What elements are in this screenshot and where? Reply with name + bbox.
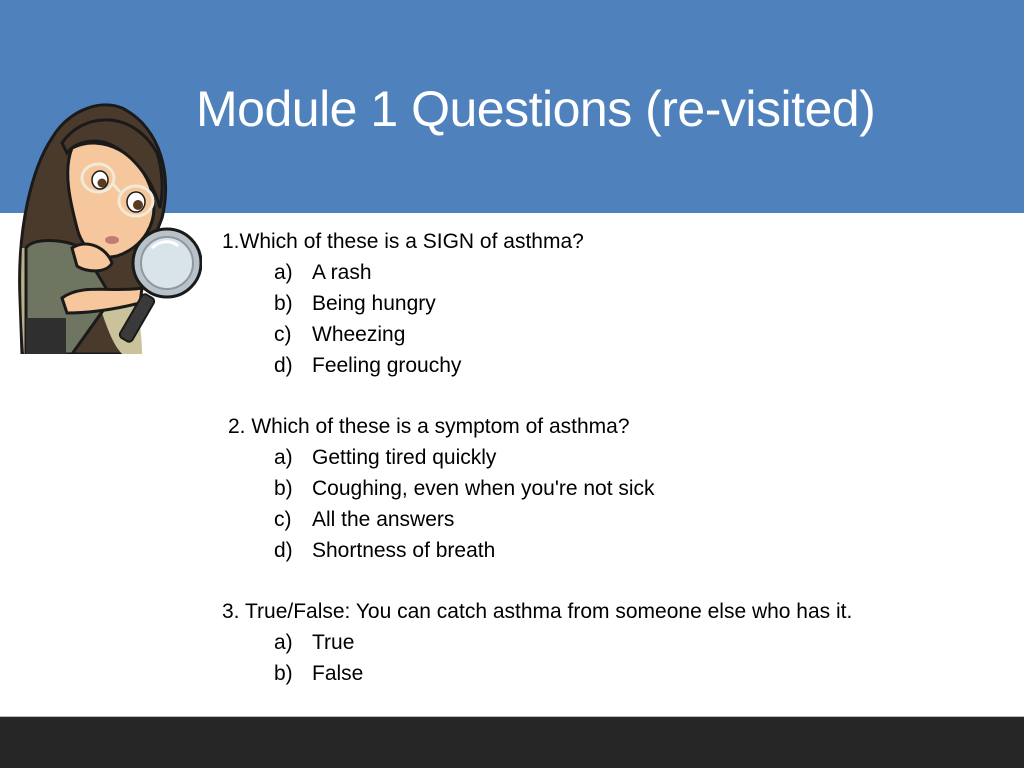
option-text: Wheezing — [312, 323, 406, 346]
answer-option: b) Coughing, even when you're not sick — [222, 473, 852, 504]
option-letter: a) — [274, 446, 293, 469]
answer-option: d) Feeling grouchy — [222, 350, 852, 381]
answer-option: b) False — [222, 658, 852, 689]
question-text: 3. True/False: You can catch asthma from… — [222, 600, 853, 623]
answer-options: a) A rash b) Being hungry c) Wheezing d)… — [222, 257, 852, 381]
answer-option: c) All the answers — [222, 504, 852, 535]
option-text: Being hungry — [312, 292, 436, 315]
question-text: 1.Which of these is a SIGN of asthma? — [222, 230, 584, 253]
option-letter: b) — [274, 662, 293, 685]
option-text: Getting tired quickly — [312, 446, 497, 469]
answer-options: a) Getting tired quickly b) Coughing, ev… — [222, 442, 852, 566]
option-letter: c) — [274, 323, 292, 346]
option-text: True — [312, 631, 355, 654]
option-letter: a) — [274, 261, 293, 284]
option-text: Coughing, even when you're not sick — [312, 477, 655, 500]
answer-option: d) Shortness of breath — [222, 535, 852, 566]
question-text: 2. Which of these is a symptom of asthma… — [228, 415, 630, 438]
option-text: All the answers — [312, 508, 455, 531]
option-letter: b) — [274, 477, 293, 500]
option-letter: c) — [274, 508, 292, 531]
answer-option: a) A rash — [222, 257, 852, 288]
question-1: 1.Which of these is a SIGN of asthma? a)… — [222, 226, 852, 381]
option-letter: d) — [274, 354, 293, 377]
slide-title: Module 1 Questions (re-visited) — [196, 81, 876, 137]
question-3: 3. True/False: You can catch asthma from… — [222, 596, 852, 689]
option-text: A rash — [312, 261, 372, 284]
answer-option: b) Being hungry — [222, 288, 852, 319]
player-bottom-bar — [0, 716, 1024, 768]
option-letter: b) — [274, 292, 293, 315]
question-list: 1.Which of these is a SIGN of asthma? a)… — [222, 226, 852, 689]
slide: Module 1 Questions (re-visited) 1.Which … — [0, 0, 1024, 716]
answer-options: a) True b) False — [222, 627, 852, 689]
answer-option: a) Getting tired quickly — [222, 442, 852, 473]
answer-option: c) Wheezing — [222, 319, 852, 350]
option-letter: a) — [274, 631, 293, 654]
answer-option: a) True — [222, 627, 852, 658]
option-text: False — [312, 662, 364, 685]
option-text: Feeling grouchy — [312, 354, 462, 377]
option-text: Shortness of breath — [312, 539, 496, 562]
bitmoji-woman-magnifying-glass-icon — [18, 103, 202, 354]
question-2: 2. Which of these is a symptom of asthma… — [222, 411, 852, 566]
option-letter: d) — [274, 539, 293, 562]
